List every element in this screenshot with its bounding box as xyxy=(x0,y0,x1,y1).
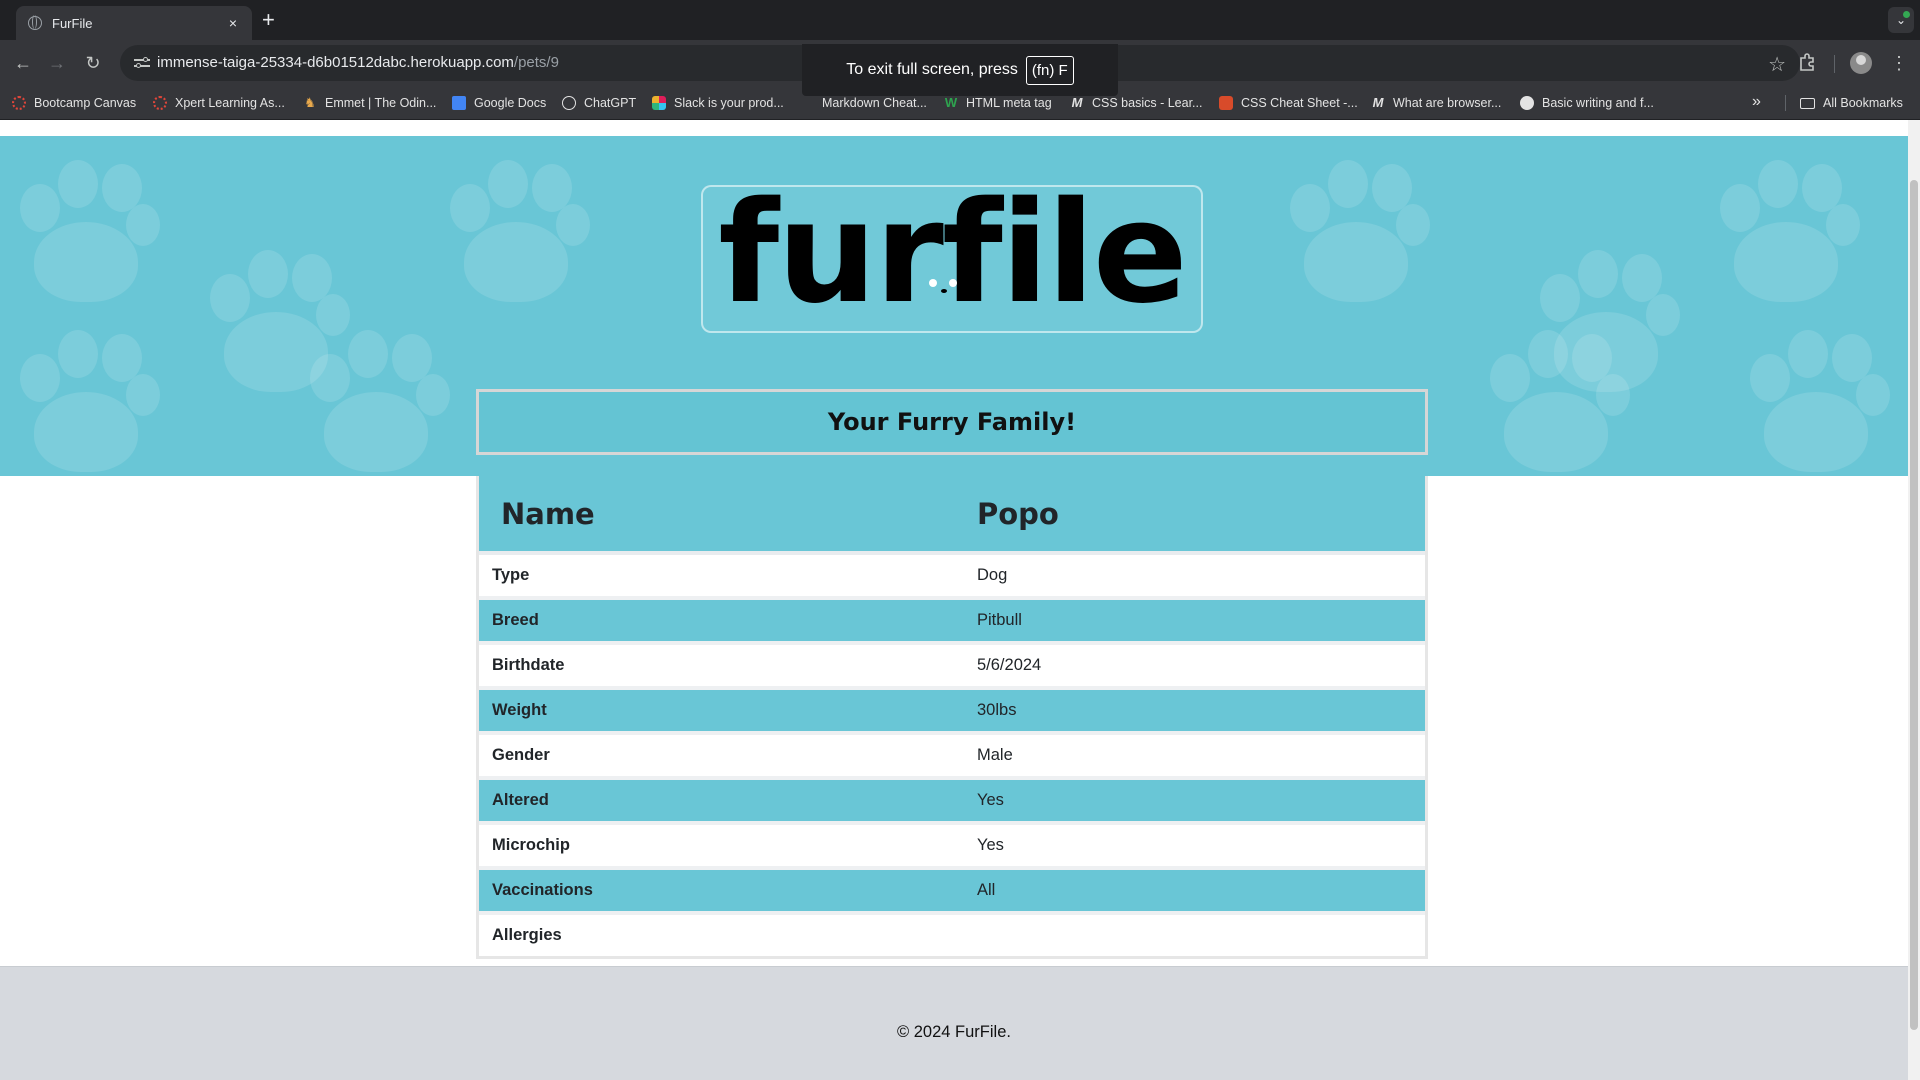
url-text[interactable]: immense-taiga-25334-d6b01512dabc.herokua… xyxy=(157,54,559,71)
bookmark-item[interactable]: ♞ Emmet | The Odin... xyxy=(303,86,436,120)
paw-icon xyxy=(1710,156,1860,306)
bookmark-star-icon[interactable]: ☆ xyxy=(1768,52,1786,77)
extensions-icon[interactable] xyxy=(1798,52,1818,72)
bookmarks-overflow-button[interactable]: » xyxy=(1752,93,1761,111)
bookmarks-divider xyxy=(1785,95,1786,111)
table-row: Weight 30lbs xyxy=(479,690,1425,735)
fullscreen-toast: To exit full screen, press (fn) F xyxy=(802,44,1118,96)
table-row: Type Dog xyxy=(479,555,1425,600)
row-key: Weight xyxy=(492,701,547,719)
footer-copyright: © 2024 FurFile. xyxy=(897,1023,1011,1041)
row-key: Gender xyxy=(492,746,550,764)
chatgpt-icon xyxy=(562,96,576,110)
bookmark-item[interactable]: Xpert Learning As... xyxy=(153,86,285,120)
all-bookmarks-button[interactable]: All Bookmarks xyxy=(1800,86,1903,120)
forward-button[interactable]: → xyxy=(44,50,70,76)
profile-avatar[interactable] xyxy=(1850,52,1872,74)
row-value: Dog xyxy=(977,566,1008,584)
paw-icon xyxy=(10,326,160,476)
header-key: Name xyxy=(501,496,595,531)
docs-icon xyxy=(452,96,466,110)
page-title: Your Furry Family! xyxy=(827,408,1077,436)
page-footer: © 2024 FurFile. xyxy=(0,966,1908,1080)
github-icon xyxy=(1520,96,1534,110)
row-key: Vaccinations xyxy=(492,881,593,899)
paw-icon xyxy=(1480,326,1630,476)
paw-icon xyxy=(10,156,160,306)
row-key: Microchip xyxy=(492,836,570,854)
fullscreen-key: (fn) F xyxy=(1025,55,1074,85)
status-dot xyxy=(1903,11,1910,18)
row-value: All xyxy=(977,881,996,899)
row-value: Yes xyxy=(977,791,1004,809)
markdown-icon xyxy=(800,96,814,110)
pet-name: Popo xyxy=(977,496,1059,531)
bookmark-item[interactable]: Bootcamp Canvas xyxy=(12,86,136,120)
tab-furfile[interactable]: FurFile × xyxy=(16,6,252,40)
paw-icon xyxy=(300,326,450,476)
row-key: Allergies xyxy=(492,926,562,944)
page-banner: Your Furry Family! xyxy=(476,389,1428,455)
reload-button[interactable]: ↻ xyxy=(80,50,106,76)
table-row: Gender Male xyxy=(479,735,1425,780)
toolbar-divider xyxy=(1834,55,1835,73)
row-key: Type xyxy=(492,566,530,584)
row-value: 5/6/2024 xyxy=(977,656,1042,674)
table-row: Vaccinations All xyxy=(479,870,1425,915)
dog-face-icon xyxy=(923,273,967,309)
css-icon xyxy=(1219,96,1233,110)
m-icon: M xyxy=(1372,95,1384,110)
bookmark-item[interactable]: CSS Cheat Sheet -... xyxy=(1219,86,1358,120)
row-value: Yes xyxy=(977,836,1004,854)
page-scrollbar[interactable] xyxy=(1908,120,1920,1080)
menu-icon[interactable]: ⋮ xyxy=(1890,50,1908,76)
scrollbar-thumb[interactable] xyxy=(1910,180,1918,1030)
folder-icon xyxy=(1800,97,1815,109)
table-row: Allergies xyxy=(479,915,1425,956)
paw-icon xyxy=(1740,326,1890,476)
horse-icon: ♞ xyxy=(304,95,316,110)
table-header-row: Name Popo xyxy=(479,476,1425,555)
fullscreen-message: To exit full screen, press xyxy=(846,61,1018,78)
bookmark-item[interactable]: Slack is your prod... xyxy=(652,86,784,120)
page-viewport: furfile Your Furry Family! Name Popo Typ… xyxy=(0,120,1908,1080)
back-button[interactable]: ← xyxy=(10,50,36,76)
table-row: Altered Yes xyxy=(479,780,1425,825)
row-key: Birthdate xyxy=(492,656,565,674)
globe-icon xyxy=(28,15,42,30)
close-icon[interactable]: × xyxy=(224,15,242,31)
bookmark-item[interactable]: M What are browser... xyxy=(1371,86,1502,120)
slack-icon xyxy=(652,96,666,110)
row-value: Male xyxy=(977,746,1013,764)
row-key: Altered xyxy=(492,791,549,809)
paw-icon xyxy=(1280,156,1430,306)
m-icon: M xyxy=(1071,95,1083,110)
tab-title: FurFile xyxy=(52,15,93,31)
row-value: Pitbull xyxy=(977,611,1022,629)
table-row: Birthdate 5/6/2024 xyxy=(479,645,1425,690)
bookmark-item[interactable]: Google Docs xyxy=(452,86,546,120)
bookmark-item[interactable]: Basic writing and f... xyxy=(1520,86,1654,120)
site-logo[interactable]: furfile xyxy=(701,184,1203,333)
row-key: Breed xyxy=(492,611,539,629)
tab-strip: FurFile × + ⌄ xyxy=(0,0,1920,40)
new-tab-button[interactable]: + xyxy=(262,8,275,32)
row-value: 30lbs xyxy=(977,701,1017,719)
pet-details-table: Name Popo Type Dog Breed Pitbull Birthdate… xyxy=(476,476,1428,959)
table-row: Breed Pitbull xyxy=(479,600,1425,645)
paw-icon xyxy=(440,156,590,306)
site-info-icon[interactable] xyxy=(134,55,150,71)
tab-search-button[interactable]: ⌄ xyxy=(1888,7,1914,33)
table-row: Microchip Yes xyxy=(479,825,1425,870)
bookmark-item[interactable]: ChatGPT xyxy=(562,86,636,120)
w-icon: W xyxy=(944,95,958,110)
canvas-icon xyxy=(12,96,26,110)
canvas-icon xyxy=(153,96,167,110)
